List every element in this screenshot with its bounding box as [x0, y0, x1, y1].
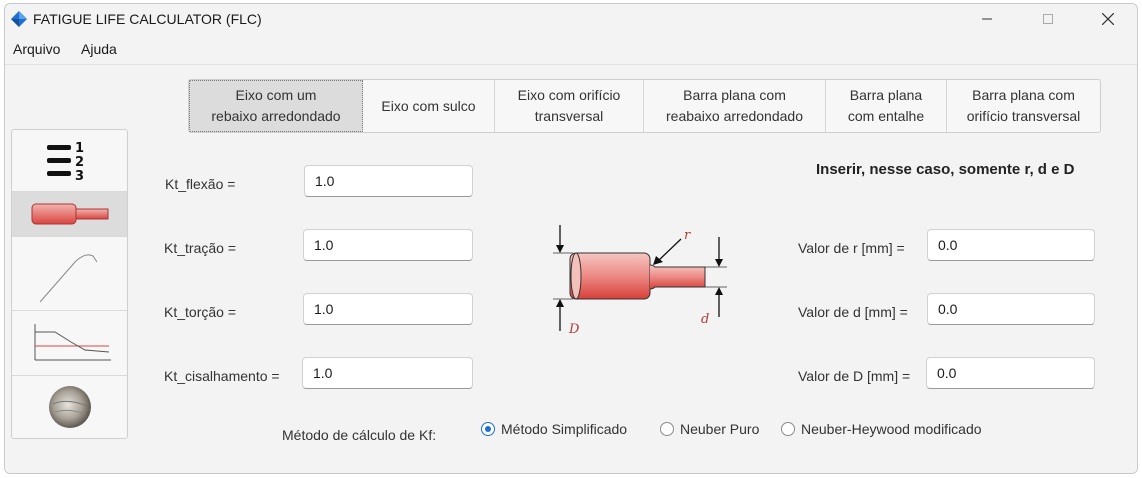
radio-metodo-simplificado[interactable]: Método Simplificado [481, 421, 627, 437]
menu-bar: Arquivo Ajuda [5, 36, 1137, 62]
close-button[interactable] [1085, 4, 1131, 34]
main-content: Eixo com um rebaixo arredondado Eixo com … [5, 64, 1137, 473]
app-logo-icon [11, 11, 27, 27]
diagram-r-label: r [684, 228, 691, 243]
menu-arquivo[interactable]: Arquivo [13, 41, 60, 57]
tab-barra-orificio[interactable]: Barra plana com orifício transversal [947, 80, 1100, 132]
sidebar-item-shaft[interactable] [12, 192, 127, 237]
radio-neuber-heywood[interactable]: Neuber-Heywood modificado [781, 421, 982, 437]
kt-cisalhamento-label: Kt_cisalhamento = [164, 368, 280, 384]
shaft-diagram: D d r [553, 225, 727, 337]
maximize-icon [1043, 14, 1053, 24]
valor-d-label: Valor de d [mm] = [798, 304, 908, 320]
hint-text: Inserir, nesse caso, somente r, d e D [816, 161, 1075, 178]
kt-cisalhamento-input[interactable] [302, 357, 473, 389]
diagram-d-label: d [701, 312, 709, 327]
close-icon [1102, 13, 1114, 25]
diagram-D-label: D [568, 322, 580, 337]
kt-flexao-label: Kt_flexão = [165, 176, 236, 192]
tab-eixo-sulco[interactable]: Eixo com sulco [363, 80, 495, 132]
sidebar-item-stress-strain[interactable] [12, 237, 127, 311]
window-title: FATIGUE LIFE CALCULATOR (FLC) [33, 11, 262, 27]
stress-strain-curve-icon [39, 253, 97, 302]
kt-torcao-label: Kt_torção = [164, 304, 236, 320]
radio-unselected-icon[interactable] [660, 422, 674, 436]
valor-D-input[interactable] [926, 357, 1095, 389]
tab-barra-entalhe[interactable]: Barra plana com entalhe [826, 80, 947, 132]
sidebar: 1 2 3 [11, 129, 128, 439]
fatigue-curve-icon [34, 324, 111, 361]
metodo-kf-label: Método de cálculo de Kf: [282, 427, 437, 443]
radio-neuber-puro[interactable]: Neuber Puro [660, 421, 759, 437]
stepped-shaft-icon [31, 203, 108, 225]
maximize-button[interactable] [1025, 4, 1071, 34]
geometry-tabs: Eixo com um rebaixo arredondado Eixo com … [188, 79, 1101, 133]
sidebar-item-fracture[interactable] [12, 376, 127, 438]
kt-flexao-input[interactable] [304, 165, 473, 197]
sidebar-item-fatigue[interactable] [12, 311, 127, 376]
kt-torcao-input[interactable] [303, 293, 473, 325]
minimize-button[interactable] [964, 4, 1010, 34]
minimize-icon [982, 18, 992, 20]
radio-selected-icon[interactable] [481, 422, 495, 436]
fracture-surface-icon [48, 386, 91, 428]
valor-r-input[interactable] [927, 229, 1095, 261]
app-window: FATIGUE LIFE CALCULATOR (FLC) Arquivo Aj… [4, 3, 1138, 474]
valor-d-input[interactable] [927, 293, 1095, 325]
menu-ajuda[interactable]: Ajuda [81, 41, 117, 57]
numbered-list-icon: 1 2 3 [46, 141, 84, 183]
sidebar-item-list[interactable]: 1 2 3 [12, 130, 127, 192]
svg-text:3: 3 [75, 169, 84, 183]
radio-unselected-icon[interactable] [781, 422, 795, 436]
valor-r-label: Valor de r [mm] = [798, 240, 905, 256]
kt-tracao-label: Kt_tração = [164, 240, 236, 256]
title-bar: FATIGUE LIFE CALCULATOR (FLC) [5, 4, 1137, 34]
tab-eixo-orificio[interactable]: Eixo com orifício transversal [495, 80, 644, 132]
svg-text:2: 2 [75, 155, 84, 170]
valor-D-label: Valor de D [mm] = [798, 368, 911, 384]
svg-text:1: 1 [75, 141, 84, 156]
tab-eixo-rebaixo[interactable]: Eixo com um rebaixo arredondado [189, 80, 363, 132]
tab-barra-rebaixo[interactable]: Barra plana com reabaixo arredondado [644, 80, 826, 132]
kt-tracao-input[interactable] [303, 229, 473, 261]
